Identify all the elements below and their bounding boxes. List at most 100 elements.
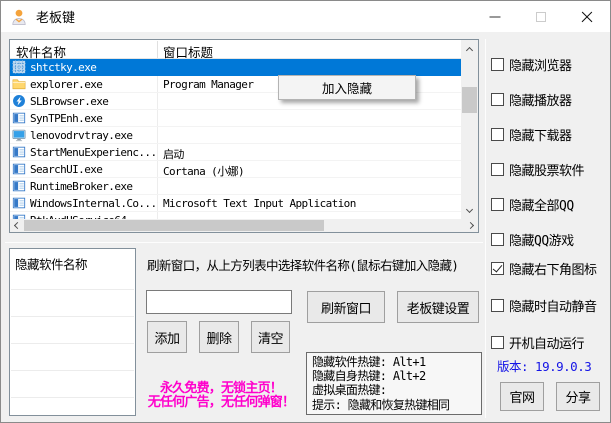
person-app-icon	[10, 8, 28, 26]
option-checkbox-2[interactable]: 开机自动运行	[491, 333, 597, 352]
table-row[interactable]: SearchUI.exe Cortana (小娜)	[10, 161, 461, 178]
checkbox-label: 隐藏全部QQ	[509, 195, 574, 214]
checkbox-icon[interactable]	[491, 198, 504, 211]
column-header-window-title[interactable]: 窗口标题	[163, 42, 213, 61]
vertical-separator	[485, 39, 486, 418]
window-icon	[12, 179, 26, 193]
checkbox-label: 隐藏股票软件	[509, 160, 584, 179]
process-name: SLBrowser.exe	[30, 95, 157, 108]
window-title-cell: 启动	[163, 146, 457, 162]
vertical-scrollbar[interactable]	[461, 40, 478, 219]
context-menu: 加入隐藏	[278, 75, 416, 100]
generic-blue-icon	[12, 60, 26, 74]
horizontal-scroll-thumb[interactable]	[24, 220, 324, 231]
version-label: 版本: 19.9.0.3	[497, 356, 591, 375]
checkbox-icon[interactable]	[491, 93, 504, 106]
close-button[interactable]	[564, 1, 610, 32]
delete-button[interactable]: 删除	[199, 321, 239, 353]
chevron-left-icon	[14, 222, 21, 229]
hidden-software-list[interactable]: 隐藏软件名称	[9, 248, 136, 416]
title-bar: 老板键	[1, 1, 610, 32]
process-name: StartMenuExperienc...	[30, 146, 157, 159]
refresh-window-button[interactable]: 刷新窗口	[307, 291, 385, 323]
share-button[interactable]: 分享	[556, 382, 600, 411]
browser-icon	[12, 94, 26, 108]
window-icon	[12, 145, 26, 159]
scroll-down-button[interactable]	[461, 202, 478, 219]
category-checkbox-3[interactable]: 隐藏股票软件	[491, 160, 584, 179]
option-checkbox-1[interactable]: 隐藏时自动静音	[491, 296, 597, 315]
hotkey-line: 隐藏自身热键: Alt+2	[312, 369, 476, 383]
hotkey-line: 虚拟桌面热键:	[312, 383, 476, 397]
listview-header: 软件名称 窗口标题	[10, 40, 461, 59]
checkbox-label: 开机自动运行	[509, 333, 584, 352]
horizontal-separator	[5, 242, 483, 243]
checkbox-label: 隐藏播放器	[509, 90, 572, 109]
hotkey-line: 提示: 隐藏和恢复热键相同	[312, 398, 476, 412]
software-name-input[interactable]	[146, 290, 292, 314]
checkbox-label: 隐藏浏览器	[509, 55, 572, 74]
checkbox-icon[interactable]	[491, 163, 504, 176]
window-title: 老板键	[36, 7, 75, 26]
instruction-text: 刷新窗口，从上方列表中选择软件名称(鼠标右键加入隐藏)	[147, 255, 483, 274]
option-checkbox-0[interactable]: 隐藏右下角图标	[491, 259, 597, 278]
checkbox-icon[interactable]	[491, 128, 504, 141]
category-checkbox-5[interactable]: 隐藏QQ游戏	[491, 230, 584, 249]
column-header-software-name[interactable]: 软件名称	[16, 42, 66, 61]
window-title-cell: Cortana (小娜)	[163, 163, 457, 179]
window-title-cell: Microsoft Text Input Application	[163, 197, 457, 210]
checkbox-icon[interactable]	[491, 336, 504, 349]
category-checkbox-0[interactable]: 隐藏浏览器	[491, 55, 584, 74]
horizontal-scrollbar[interactable]	[10, 219, 478, 232]
website-button[interactable]: 官网	[500, 382, 544, 411]
window-icon	[12, 196, 26, 210]
table-row[interactable]: RuntimeBroker.exe	[10, 178, 461, 195]
scroll-right-button[interactable]	[465, 219, 478, 232]
minimize-button[interactable]	[472, 1, 518, 32]
maximize-button	[518, 1, 564, 32]
boss-key-settings-button[interactable]: 老板键设置	[397, 291, 479, 323]
process-name: explorer.exe	[30, 78, 157, 91]
scroll-left-button[interactable]	[10, 219, 23, 232]
process-name: RuntimeBroker.exe	[30, 180, 157, 193]
checkbox-label: 隐藏右下角图标	[509, 259, 597, 278]
hotkey-info-box: 隐藏软件热键: Alt+1隐藏自身热键: Alt+2虚拟桌面热键:提示: 隐藏和…	[306, 352, 482, 415]
category-checkbox-1[interactable]: 隐藏播放器	[491, 90, 584, 109]
table-row[interactable]: shtctky.exe	[10, 59, 461, 76]
context-menu-item-add-to-hide[interactable]: 加入隐藏	[279, 76, 415, 99]
checkbox-icon[interactable]	[491, 58, 504, 71]
table-row[interactable]: SynTPEnh.exe	[10, 110, 461, 127]
promo-line-1: 永久免费，无锁主页！	[138, 382, 304, 396]
table-row[interactable]: RtkAudUService64...	[10, 212, 461, 219]
window-icon	[12, 111, 26, 125]
checkbox-icon[interactable]	[491, 299, 504, 312]
table-row[interactable]: StartMenuExperienc... 启动	[10, 144, 461, 161]
maximize-icon	[536, 12, 546, 22]
folder-icon	[12, 77, 26, 91]
category-checkbox-2[interactable]: 隐藏下载器	[491, 125, 584, 144]
window-icon	[12, 162, 26, 176]
vertical-scroll-thumb[interactable]	[462, 87, 477, 113]
chevron-right-icon	[467, 222, 474, 229]
scroll-up-button[interactable]	[461, 40, 478, 57]
checkbox-icon[interactable]	[491, 233, 504, 246]
category-checkbox-4[interactable]: 隐藏全部QQ	[491, 195, 584, 214]
process-listview[interactable]: 软件名称 窗口标题 shtctky.exeexplorer.exeProgram…	[9, 39, 479, 233]
checkbox-label: 隐藏QQ游戏	[509, 230, 574, 249]
column-divider	[157, 41, 158, 58]
hotkey-line: 隐藏软件热键: Alt+1	[312, 355, 476, 369]
process-name: WindowsInternal.Co...	[30, 197, 157, 210]
clear-button[interactable]: 清空	[251, 321, 290, 353]
promo-text: 永久免费，无锁主页！ 无任何广告，无任何弹窗！	[138, 382, 304, 409]
checkbox-label: 隐藏下载器	[509, 125, 572, 144]
hidden-list-gridlines	[11, 263, 134, 414]
chevron-down-icon	[466, 206, 473, 213]
monitor-icon	[12, 128, 26, 142]
chevron-up-icon	[466, 46, 473, 53]
table-row[interactable]: lenovodrvtray.exe	[10, 127, 461, 144]
checkbox-checked-icon[interactable]	[491, 262, 504, 275]
add-button[interactable]: 添加	[147, 321, 187, 353]
table-row[interactable]: WindowsInternal.Co... Microsoft Text Inpu…	[10, 195, 461, 212]
process-name: lenovodrvtray.exe	[30, 129, 157, 142]
process-name: SearchUI.exe	[30, 163, 157, 176]
